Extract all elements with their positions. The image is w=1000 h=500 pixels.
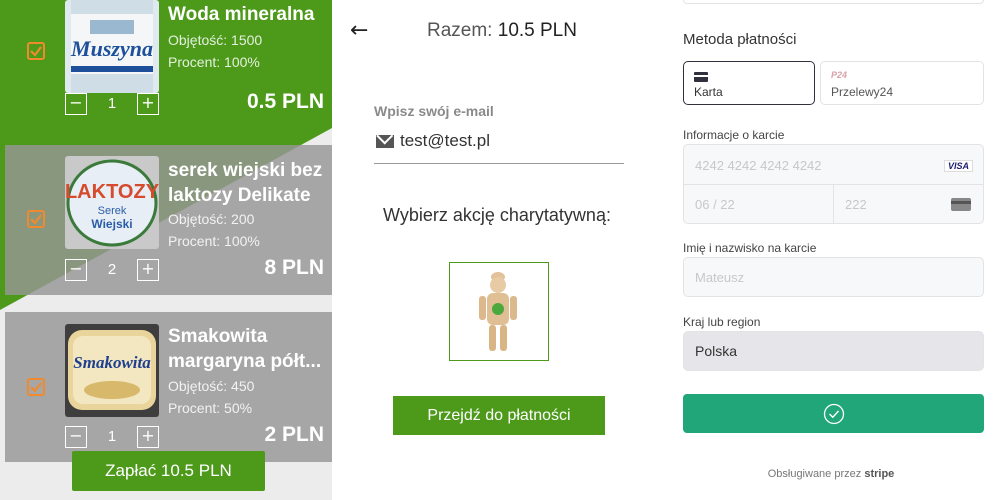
item-percent: Procent: 50% (168, 400, 253, 416)
item-price: 2 PLN (264, 423, 324, 446)
visa-icon: VISA (943, 160, 973, 172)
stripe-brand: stripe (864, 468, 895, 480)
item-checkbox[interactable] (27, 210, 45, 228)
payment-method-label: Metoda płatności (683, 31, 797, 48)
item-percent: Procent: 100% (168, 233, 260, 249)
item-checkbox[interactable] (27, 42, 45, 60)
powered-prefix: Obsługiwane przez (767, 468, 862, 480)
stripe-pay-button[interactable] (683, 394, 984, 433)
product-image-cheese: LAKTOZY Serek Wiejski (65, 156, 159, 249)
cardholder-name-placeholder: Mateusz (695, 270, 745, 285)
powered-by-stripe[interactable]: Obsługiwane przez stripe (662, 468, 1000, 480)
item-volume: Objętość: 450 (168, 378, 255, 394)
quantity-value[interactable]: 1 (87, 426, 137, 448)
decrement-button[interactable]: − (65, 93, 87, 115)
increment-button[interactable]: + (137, 259, 159, 281)
quantity-value[interactable]: 1 (87, 93, 137, 115)
check-circle-icon (823, 403, 845, 425)
cart-item-water: Muszyna Woda mineralna Objętość: 1500 Pr… (5, 0, 332, 125)
decrement-button[interactable]: − (65, 426, 87, 448)
cardholder-name-label: Imię i nazwisko na karcie (683, 241, 817, 255)
country-value: Polska (695, 343, 738, 359)
tab-card[interactable]: Karta (683, 61, 815, 105)
proceed-to-payment-button[interactable]: Przejdź do płatności (393, 396, 605, 435)
svg-text:Serek: Serek (98, 205, 127, 217)
tab-p24-label: Przelewy24 (831, 85, 894, 99)
quantity-stepper: − 1 + (65, 426, 159, 448)
item-checkbox[interactable] (27, 378, 45, 396)
country-select[interactable]: Polska (683, 331, 984, 371)
cart-panel: Muszyna Woda mineralna Objętość: 1500 Pr… (0, 0, 332, 500)
cardholder-name-input[interactable]: Mateusz (683, 257, 984, 297)
svg-text:LAKTOZY: LAKTOZY (65, 181, 159, 203)
back-arrow-icon[interactable]: ← (350, 18, 368, 43)
total-value: 10.5 PLN (497, 20, 577, 41)
order-total: Razem: 10.5 PLN (427, 20, 577, 42)
item-volume: Objętość: 1500 (168, 32, 263, 48)
card-number-input[interactable]: 4242 4242 4242 4242 (695, 158, 822, 173)
increment-button[interactable]: + (137, 426, 159, 448)
email-field[interactable]: test@test.pl (374, 130, 624, 164)
email-label: Wpisz swój e-mail (374, 103, 494, 119)
stripe-payment-panel: Metoda płatności Karta P24 Przelewy24 In… (662, 0, 1000, 500)
item-percent: Procent: 100% (168, 54, 260, 70)
card-info-label: Informacje o karcie (683, 128, 785, 142)
charity-label: Wybierz akcję charytatywną: (383, 205, 611, 225)
svg-text:Smakowita: Smakowita (73, 353, 151, 372)
mail-icon (376, 135, 394, 148)
svg-text:Wiejski: Wiejski (91, 217, 132, 231)
cart-item-cheese: LAKTOZY Serek Wiejski serek wiejski bez … (5, 145, 332, 295)
credit-card-icon (694, 72, 708, 82)
expiry-input[interactable]: 06 / 22 (695, 197, 735, 212)
tab-przelewy24[interactable]: P24 Przelewy24 (820, 61, 984, 105)
item-name: Smakowita margaryna półt... (168, 326, 322, 372)
increment-button[interactable]: + (137, 93, 159, 115)
cart-item-margarine: Smakowita Smakowita margaryna półt... Ob… (5, 312, 332, 462)
product-image-water: Muszyna (65, 0, 159, 93)
quantity-value[interactable]: 2 (87, 259, 137, 281)
divider (833, 184, 834, 224)
item-price: 0.5 PLN (246, 90, 324, 113)
p24-logo-icon: P24 (831, 70, 848, 80)
item-price: 8 PLN (264, 256, 324, 279)
previous-field-edge (683, 0, 984, 4)
quantity-stepper: − 2 + (65, 259, 159, 281)
cvc-card-icon (951, 198, 971, 211)
cvc-input[interactable]: 222 (845, 197, 867, 212)
product-image-margarine: Smakowita (65, 324, 159, 417)
quantity-stepper: − 1 + (65, 93, 159, 115)
item-name-line: Smakowita margaryna półt... (168, 324, 330, 374)
card-details-group: 4242 4242 4242 4242 VISA 06 / 22 222 (683, 144, 984, 224)
country-label: Kraj lub region (683, 315, 761, 329)
charity-option[interactable] (449, 262, 549, 361)
item-volume: Objętość: 200 (168, 211, 255, 227)
total-label: Razem: (427, 20, 493, 41)
decrement-button[interactable]: − (65, 259, 87, 281)
charity-figure-image (450, 263, 547, 359)
svg-text:Muszyna: Muszyna (70, 36, 153, 61)
checkout-panel: ← Razem: 10.5 PLN Wpisz swój e-mail test… (332, 0, 662, 500)
item-name: Woda mineralna (168, 4, 315, 25)
tab-card-label: Karta (694, 85, 723, 99)
item-name: serek wiejski bez laktozy Delikate (168, 160, 323, 206)
pay-button[interactable]: Zapłać 10.5 PLN (72, 451, 265, 491)
email-value[interactable]: test@test.pl (400, 131, 490, 151)
